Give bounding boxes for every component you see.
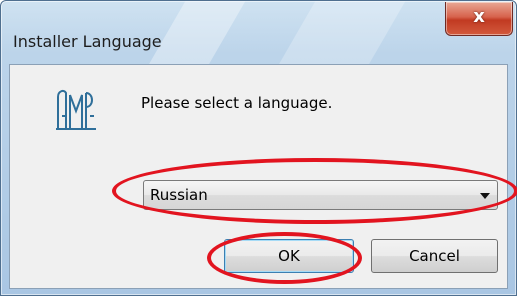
installer-language-window: Installer Language x Please select a lan… bbox=[0, 0, 517, 296]
dropdown-arrow-icon[interactable] bbox=[480, 193, 490, 199]
cancel-button[interactable]: Cancel bbox=[371, 239, 498, 273]
title-bar[interactable]: Installer Language x bbox=[1, 1, 516, 61]
ok-button[interactable]: OK bbox=[224, 239, 354, 273]
dialog-prompt: Please select a language. bbox=[141, 94, 333, 112]
language-select-value: Russian bbox=[150, 186, 208, 204]
window-title: Installer Language bbox=[13, 32, 162, 51]
close-button[interactable]: x bbox=[445, 2, 513, 36]
language-select[interactable]: Russian bbox=[143, 180, 498, 210]
dialog-body: Please select a language. Russian OK Can… bbox=[9, 64, 508, 289]
installer-logo-icon bbox=[56, 89, 96, 130]
close-icon: x bbox=[473, 6, 485, 27]
